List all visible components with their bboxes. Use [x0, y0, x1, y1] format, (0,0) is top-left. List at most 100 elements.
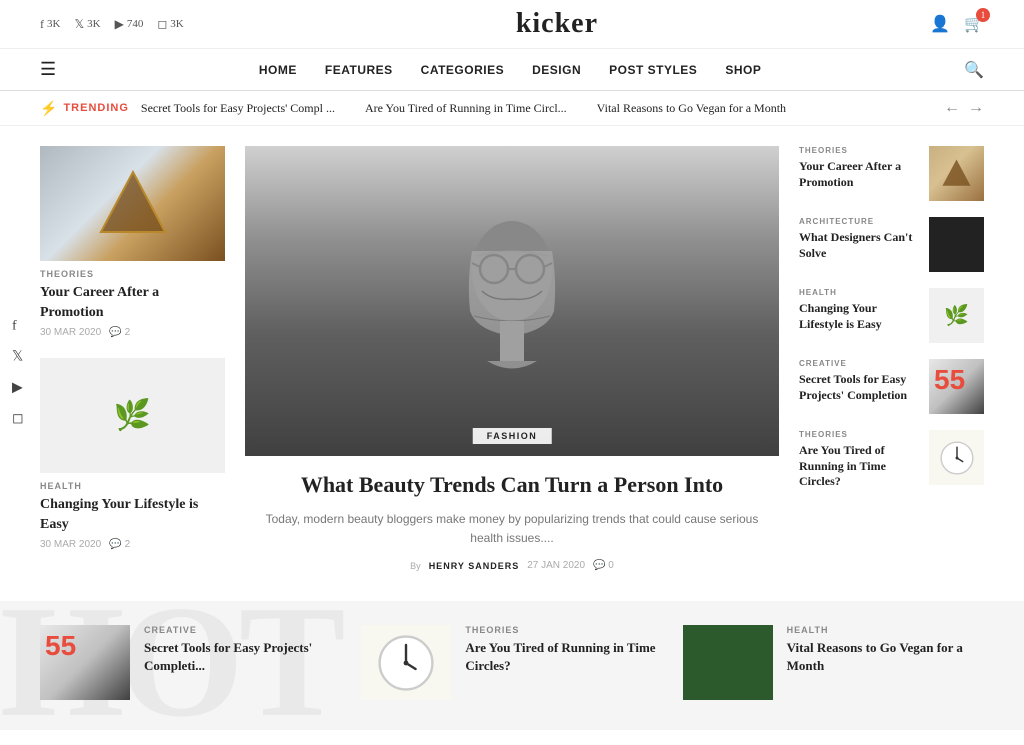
right-article-2-body: ARCHITECTURE What Designers Can't Solve: [799, 217, 919, 266]
facebook-link[interactable]: f 3K: [40, 17, 60, 32]
float-facebook-icon[interactable]: f: [12, 318, 24, 334]
instagram-count: 3K: [170, 18, 183, 30]
right-article-1: THEORIES Your Career After a Promotion: [799, 146, 984, 201]
twitter-icon: 𝕏: [74, 17, 84, 32]
right-article-2-title[interactable]: What Designers Can't Solve: [799, 230, 919, 261]
nav-links: HOME FEATURES CATEGORIES DESIGN POST STY…: [259, 63, 761, 77]
trending-next[interactable]: →: [968, 99, 984, 117]
right-article-4-image[interactable]: [929, 359, 984, 414]
fashion-figure-svg: [452, 201, 572, 401]
left-column: THEORIES Your Career After a Promotion 3…: [40, 146, 225, 571]
right-article-1-body: THEORIES Your Career After a Promotion: [799, 146, 919, 195]
trending-item-2[interactable]: Are You Tired of Running in Time Circl..…: [365, 101, 567, 116]
featured-meta: By HENRY SANDERS 27 JAN 2020 💬 0: [265, 560, 759, 571]
youtube-icon: ▶: [115, 17, 124, 32]
featured-description: Today, modern beauty bloggers make money…: [265, 510, 759, 548]
bottom-article-2-title[interactable]: Are You Tired of Running in Time Circles…: [465, 639, 662, 675]
nav-home[interactable]: HOME: [259, 63, 297, 77]
bottom-article-1: CREATIVE Secret Tools for Easy Projects'…: [40, 625, 341, 700]
float-youtube-icon[interactable]: ▶: [12, 379, 24, 396]
right-article-1-category: THEORIES: [799, 146, 919, 155]
trending-item-3[interactable]: Vital Reasons to Go Vegan for a Month: [597, 101, 786, 116]
clock-svg-small: [939, 440, 975, 476]
trending-bar: ⚡ TRENDING Secret Tools for Easy Project…: [0, 91, 1024, 126]
right-article-2: ARCHITECTURE What Designers Can't Solve: [799, 217, 984, 272]
cart-icon[interactable]: 🛒 1: [964, 14, 984, 34]
nav-post-styles[interactable]: POST STYLES: [609, 63, 697, 77]
nav-bar: ☰ HOME FEATURES CATEGORIES DESIGN POST S…: [0, 49, 1024, 91]
left-article-2-meta: 30 MAR 2020 💬 2: [40, 539, 225, 550]
bottom-article-3-title[interactable]: Vital Reasons to Go Vegan for a Month: [787, 639, 984, 675]
left-article-2-category: HEALTH: [40, 481, 225, 491]
left-article-1: THEORIES Your Career After a Promotion 3…: [40, 146, 225, 338]
right-article-3-title[interactable]: Changing Your Lifestyle is Easy: [799, 301, 919, 332]
bottom-article-2-category: THEORIES: [465, 625, 662, 635]
youtube-link[interactable]: ▶ 740: [115, 17, 144, 32]
nav-features[interactable]: FEATURES: [325, 63, 393, 77]
trending-prev[interactable]: ←: [944, 99, 960, 117]
right-article-1-title[interactable]: Your Career After a Promotion: [799, 159, 919, 190]
left-article-1-image[interactable]: [40, 146, 225, 261]
site-logo[interactable]: kicker: [516, 8, 598, 40]
right-article-5: THEORIES Are You Tired of Running in Tim…: [799, 430, 984, 495]
right-article-4: CREATIVE Secret Tools for Easy Projects'…: [799, 359, 984, 414]
top-right-actions: 👤 🛒 1: [930, 14, 984, 34]
twitter-count: 3K: [87, 18, 100, 30]
featured-title[interactable]: What Beauty Trends Can Turn a Person Int…: [265, 470, 759, 500]
left-article-2-image[interactable]: 🌿: [40, 358, 225, 473]
trending-label: ⚡ TRENDING: [40, 100, 129, 117]
float-instagram-icon[interactable]: ◻: [12, 410, 24, 427]
bottom-article-1-image[interactable]: [40, 625, 130, 700]
left-article-2-comments: 💬 2: [109, 539, 130, 550]
bottom-article-1-title[interactable]: Secret Tools for Easy Projects' Completi…: [144, 639, 341, 675]
right-article-5-category: THEORIES: [799, 430, 919, 439]
user-icon[interactable]: 👤: [930, 14, 950, 34]
right-article-3-category: HEALTH: [799, 288, 919, 297]
trending-item-1[interactable]: Secret Tools for Easy Projects' Compl ..…: [141, 101, 335, 116]
bottom-article-3-image[interactable]: [683, 625, 773, 700]
right-article-2-image[interactable]: [929, 217, 984, 272]
clock-svg-bottom: [376, 633, 436, 693]
twitter-link[interactable]: 𝕏 3K: [74, 17, 100, 32]
left-article-1-meta: 30 MAR 2020 💬 2: [40, 327, 225, 338]
right-article-4-body: CREATIVE Secret Tools for Easy Projects'…: [799, 359, 919, 408]
triangle-svg: [93, 164, 173, 244]
left-article-2-date: 30 MAR 2020: [40, 539, 101, 550]
facebook-count: 3K: [47, 18, 60, 30]
nav-categories[interactable]: CATEGORIES: [421, 63, 504, 77]
right-article-3: HEALTH Changing Your Lifestyle is Easy 🌿: [799, 288, 984, 343]
bottom-article-1-body: CREATIVE Secret Tools for Easy Projects'…: [144, 625, 341, 680]
right-article-5-image[interactable]: [929, 430, 984, 485]
right-article-3-image[interactable]: 🌿: [929, 288, 984, 343]
bottom-article-2-image[interactable]: [361, 625, 451, 700]
facebook-icon: f: [40, 17, 44, 32]
featured-category-badge: FASHION: [473, 428, 552, 444]
bottom-article-2-body: THEORIES Are You Tired of Running in Tim…: [465, 625, 662, 680]
right-article-4-title[interactable]: Secret Tools for Easy Projects' Completi…: [799, 372, 919, 403]
featured-image[interactable]: FASHION: [245, 146, 779, 456]
left-article-1-title[interactable]: Your Career After a Promotion: [40, 283, 225, 322]
right-article-5-title[interactable]: Are You Tired of Running in Time Circles…: [799, 443, 919, 490]
featured-comments: 💬 0: [593, 560, 614, 571]
instagram-icon: ◻: [157, 17, 167, 32]
right-article-1-image[interactable]: [929, 146, 984, 201]
hamburger-menu[interactable]: ☰: [40, 59, 56, 80]
top-bar: f 3K 𝕏 3K ▶ 740 ◻ 3K kicker 👤 🛒 1: [0, 0, 1024, 49]
nav-shop[interactable]: SHOP: [725, 63, 761, 77]
right-article-2-category: ARCHITECTURE: [799, 217, 919, 226]
bottom-strip: HOT CREATIVE Secret Tools for Easy Proje…: [0, 601, 1024, 730]
left-article-1-category: THEORIES: [40, 269, 225, 279]
bottom-article-1-category: CREATIVE: [144, 625, 341, 635]
instagram-link[interactable]: ◻ 3K: [157, 17, 183, 32]
main-content: THEORIES Your Career After a Promotion 3…: [0, 126, 1024, 591]
search-icon[interactable]: 🔍: [964, 60, 984, 80]
float-twitter-icon[interactable]: 𝕏: [12, 348, 24, 365]
right-column: THEORIES Your Career After a Promotion A…: [799, 146, 984, 571]
left-article-2-title[interactable]: Changing Your Lifestyle is Easy: [40, 495, 225, 534]
bottom-articles: CREATIVE Secret Tools for Easy Projects'…: [40, 625, 984, 700]
trending-text: TRENDING: [63, 102, 128, 114]
center-column: FASHION What Beauty Trends Can Turn a Pe…: [245, 146, 779, 571]
nav-design[interactable]: DESIGN: [532, 63, 581, 77]
social-links: f 3K 𝕏 3K ▶ 740 ◻ 3K: [40, 17, 184, 32]
featured-author: HENRY SANDERS: [429, 561, 520, 571]
